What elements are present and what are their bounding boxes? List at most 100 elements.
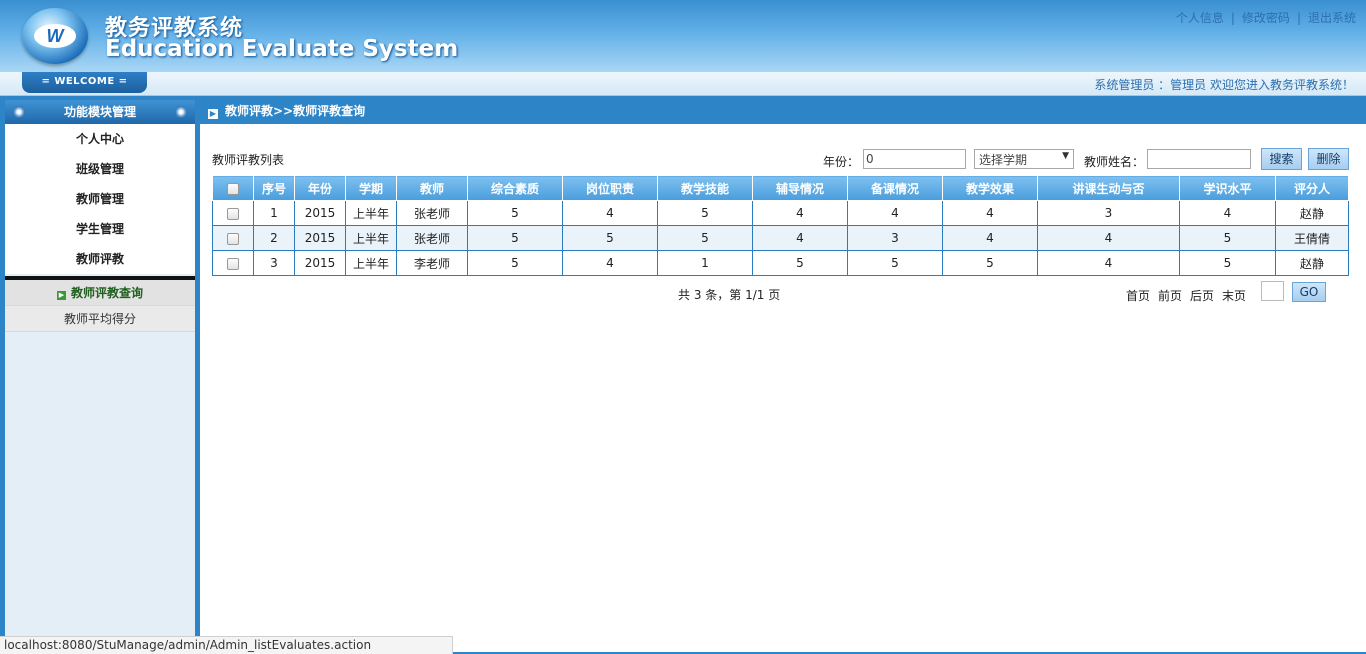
breadcrumb-text: 教师评教>>教师评教查询	[225, 104, 366, 118]
table-cell: 4	[847, 200, 943, 226]
table-cell: 4	[562, 200, 658, 226]
column-header: 岗位职责	[562, 175, 658, 201]
user-info: 系统管理员 ：管理员 欢迎您进入教务评教系统！	[1094, 78, 1354, 92]
sidebar-title-label: 功能模块管理	[63, 105, 136, 119]
change-password-link[interactable]: 修改密码	[1242, 11, 1290, 25]
column-header: 辅导情况	[752, 175, 848, 201]
select-all-header	[212, 175, 254, 201]
link-separator: |	[1230, 11, 1235, 25]
table-cell: 5	[467, 200, 563, 226]
page-number-input[interactable]	[1261, 281, 1284, 301]
table-cell: 4	[752, 200, 848, 226]
table-row[interactable]: 1 2015 上半年 张老师 5 4 5 4 4 4 3 4 赵静	[212, 200, 1349, 226]
sidebar-item-teacher-management[interactable]: 教师管理	[5, 184, 195, 214]
teacher-name-label: 教师姓名：	[1084, 155, 1145, 169]
sidebar: 功能模块管理 个人中心 班级管理 教师管理 学生管理 教师评教 ▶ 教师评教查询 …	[5, 100, 195, 654]
semester-select-value: 选择学期	[979, 153, 1028, 167]
table-cell: 张老师	[396, 225, 468, 251]
pager-links: 首页 前页 后页 末页	[1126, 287, 1254, 304]
table-cell: 2015	[294, 250, 346, 276]
app-title-en: Education Evaluate System	[105, 36, 459, 62]
evaluation-table: 序号 年份 学期 教师 综合素质 岗位职责 教学技能 辅导情况 备课情况 教学效…	[212, 175, 1349, 276]
table-cell: 5	[1179, 225, 1276, 251]
first-page-link[interactable]: 首页	[1126, 289, 1150, 303]
table-cell: 3	[847, 225, 943, 251]
table-cell: 4	[1037, 225, 1180, 251]
table-cell: 2015	[294, 225, 346, 251]
table-row[interactable]: 3 2015 上半年 李老师 5 4 1 5 5 5 4 5 赵静	[212, 250, 1349, 276]
table-cell: 5	[847, 250, 943, 276]
table-cell: 3	[253, 250, 295, 276]
table-cell: 4	[942, 200, 1038, 226]
sidebar-item-personal-center[interactable]: 个人中心	[5, 124, 195, 154]
column-header: 讲课生动与否	[1037, 175, 1180, 201]
sidebar-item-student-management[interactable]: 学生管理	[5, 214, 195, 244]
table-cell: 1	[657, 250, 753, 276]
welcome-tab: = WELCOME =	[22, 72, 147, 93]
row-checkbox[interactable]	[227, 232, 239, 245]
table-cell: 5	[562, 225, 658, 251]
column-header: 学期	[345, 175, 397, 201]
link-separator: |	[1296, 11, 1301, 25]
column-header: 教学效果	[942, 175, 1038, 201]
arrow-right-icon: ▶	[56, 291, 66, 300]
table-cell: 2	[253, 225, 295, 251]
table-cell: 李老师	[396, 250, 468, 276]
sidebar-menu: 个人中心 班级管理 教师管理 学生管理 教师评教	[5, 124, 195, 274]
table-cell: 王倩倩	[1275, 225, 1349, 251]
table-header-row: 序号 年份 学期 教师 综合素质 岗位职责 教学技能 辅导情况 备课情况 教学效…	[212, 175, 1349, 201]
select-all-checkbox[interactable]	[227, 182, 239, 195]
column-header: 年份	[294, 175, 346, 201]
table-cell: 赵静	[1275, 200, 1349, 226]
table-cell: 4	[1179, 200, 1276, 226]
table-row[interactable]: 2 2015 上半年 张老师 5 5 5 4 3 4 4 5 王倩倩	[212, 225, 1349, 251]
table-cell: 5	[467, 225, 563, 251]
table-cell: 赵静	[1275, 250, 1349, 276]
go-button[interactable]: GO	[1292, 282, 1326, 302]
table-cell: 5	[1179, 250, 1276, 276]
chevron-down-icon: ▼	[1062, 151, 1069, 161]
column-header: 综合素质	[467, 175, 563, 201]
column-header: 教师	[396, 175, 468, 201]
list-panel: 教师评教列表 年份： 选择学期 ▼ 教师姓名： 搜索 删除 序号 年份 学期 教…	[200, 124, 1366, 652]
logout-link[interactable]: 退出系统	[1308, 11, 1356, 25]
next-page-link[interactable]: 后页	[1190, 289, 1214, 303]
delete-button[interactable]: 删除	[1308, 148, 1349, 170]
last-page-link[interactable]: 末页	[1222, 289, 1246, 303]
status-bar-url: localhost:8080/StuManage/admin/Admin_lis…	[0, 636, 453, 654]
teacher-name-input[interactable]	[1147, 149, 1251, 169]
prev-page-link[interactable]: 前页	[1158, 289, 1182, 303]
column-header: 教学技能	[657, 175, 753, 201]
year-label: 年份：	[823, 155, 860, 169]
table-cell: 上半年	[345, 225, 397, 251]
table-cell: 4	[1037, 250, 1180, 276]
sidebar-item-teacher-evaluation[interactable]: 教师评教	[5, 244, 195, 274]
table-cell: 4	[942, 225, 1038, 251]
table-cell: 4	[562, 250, 658, 276]
sidebar-subitem-average-score[interactable]: 教师平均得分	[5, 306, 195, 332]
personal-info-link[interactable]: 个人信息	[1176, 11, 1224, 25]
table-cell: 3	[1037, 200, 1180, 226]
top-links: 个人信息 | 修改密码 | 退出系统	[1176, 9, 1356, 26]
row-select-cell	[212, 225, 254, 251]
search-button[interactable]: 搜索	[1261, 148, 1302, 170]
sidebar-subitem-evaluation-query[interactable]: ▶ 教师评教查询	[5, 280, 195, 306]
content-area: ▶ 教师评教>>教师评教查询 教师评教列表 年份： 选择学期 ▼ 教师姓名： 搜索…	[200, 100, 1366, 654]
table-cell: 1	[253, 200, 295, 226]
table-cell: 5	[657, 225, 753, 251]
semester-select[interactable]: 选择学期 ▼	[974, 149, 1074, 169]
table-cell: 2015	[294, 200, 346, 226]
breadcrumb: ▶ 教师评教>>教师评教查询	[200, 100, 1366, 122]
logo-icon: W	[22, 8, 88, 64]
row-select-cell	[212, 250, 254, 276]
row-checkbox[interactable]	[227, 257, 239, 270]
table-cell: 5	[752, 250, 848, 276]
sidebar-item-class-management[interactable]: 班级管理	[5, 154, 195, 184]
year-input[interactable]	[863, 149, 966, 169]
row-checkbox[interactable]	[227, 207, 239, 220]
app-header: W 教务评教系统 Education Evaluate System 个人信息 |…	[0, 0, 1366, 72]
column-header: 评分人	[1275, 175, 1349, 201]
bullet-icon	[13, 106, 25, 118]
subitem-label: 教师评教查询	[70, 286, 143, 300]
row-select-cell	[212, 200, 254, 226]
